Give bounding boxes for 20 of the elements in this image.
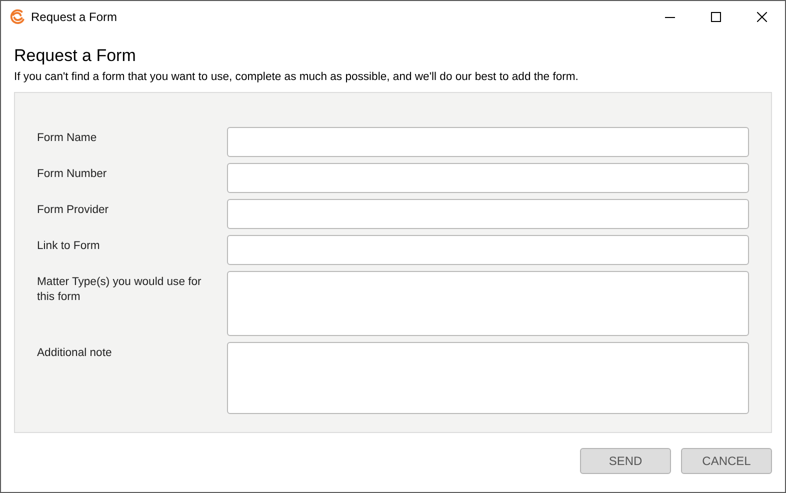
field-label: Form Name (36, 130, 98, 146)
field-label: Link to Form (36, 238, 101, 254)
intro-text: If you can't find a form that you want to use, complete as much as possible, and we'll do our best to add the form. (14, 70, 580, 85)
text-area[interactable] (227, 270, 749, 336)
app-logo-icon (9, 8, 26, 25)
field-label: Additional note (36, 346, 113, 361)
dialog-heading: Request a Form (14, 45, 137, 67)
send-button[interactable]: SEND (580, 448, 671, 474)
text-area[interactable] (227, 342, 749, 414)
cancel-button[interactable]: CANCEL (681, 448, 772, 474)
window-title: Request a Form (31, 8, 118, 26)
maximize-icon[interactable] (711, 12, 721, 22)
close-icon[interactable] (757, 12, 767, 22)
field-label: Form Number (36, 166, 108, 182)
input-field[interactable] (227, 126, 749, 157)
input-field[interactable] (227, 198, 749, 229)
field-label: Form Provider (36, 202, 110, 218)
input-field[interactable] (227, 234, 749, 265)
input-field[interactable] (227, 162, 749, 193)
field-label: Matter Type(s) you would use for this form (36, 274, 202, 305)
